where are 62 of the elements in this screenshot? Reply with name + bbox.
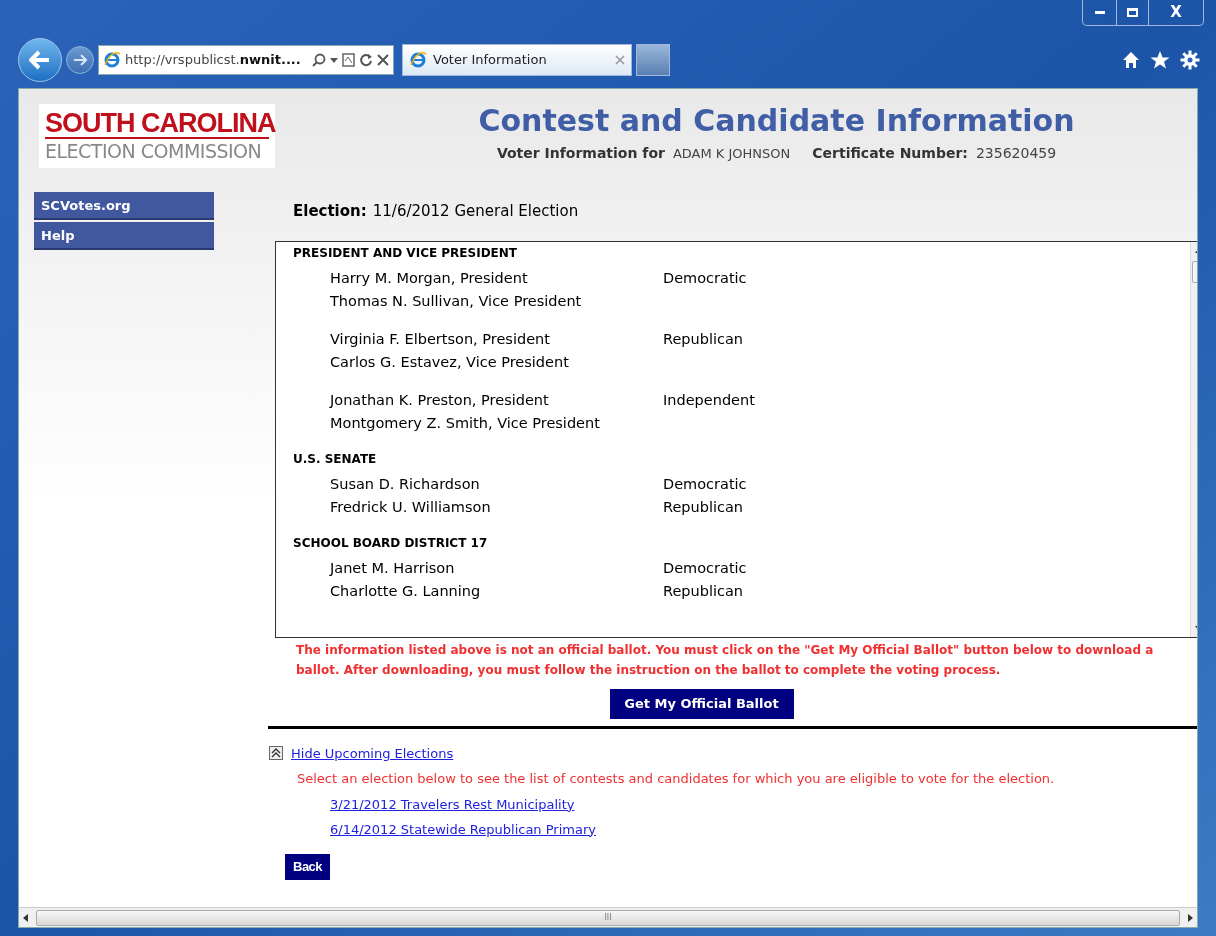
voter-name: ADAM K JOHNSON (672, 145, 791, 163)
scroll-grip: III (604, 912, 612, 923)
party-name: Republican (663, 581, 744, 601)
search-icon[interactable] (312, 53, 326, 67)
election-name: 11/6/2012 General Election (372, 201, 579, 222)
settings-icon[interactable] (1180, 50, 1200, 70)
contest-heading: SCHOOL BOARD DISTRICT 17 (293, 534, 489, 551)
compatibility-view-icon[interactable] (342, 53, 355, 67)
browser-logo-icon (103, 51, 121, 69)
sidebar-link[interactable]: Help (34, 222, 214, 250)
contest-heading: PRESIDENT AND VICE PRESIDENT (293, 244, 519, 261)
party-name: Republican (663, 329, 744, 349)
address-bar[interactable]: http://vrspublicst.nwnit.... (98, 45, 394, 75)
scroll-left-icon[interactable] (23, 913, 28, 922)
candidate-name: Fredrick U. Williamson (330, 497, 492, 517)
close-tab-icon[interactable] (615, 55, 625, 65)
instruction-text: Select an election below to see the list of contests and candidates for which you are eligible to vote for the election. (296, 770, 1056, 788)
collapse-icon[interactable] (269, 746, 283, 761)
hide-elections-link[interactable]: Hide Upcoming Elections (291, 743, 454, 763)
browser-tab[interactable]: Voter Information (402, 44, 632, 76)
candidate-name: Montgomery Z. Smith, Vice President (330, 413, 601, 433)
candidate-name: Virginia F. Elbertson, President (330, 329, 551, 349)
election-link[interactable]: 6/14/2012 Statewide Republican Primary (330, 821, 596, 837)
dropdown-caret-icon[interactable] (330, 57, 338, 63)
star-icon[interactable] (1150, 50, 1170, 70)
party-name: Independent (663, 390, 755, 410)
candidate-name: Carlos G. Estavez, Vice President (330, 352, 570, 372)
back-button[interactable] (18, 38, 62, 82)
party-name: Democratic (663, 558, 747, 578)
candidate-name: Janet M. Harrison (330, 558, 456, 578)
candidate-name: Thomas N. Sullivan, Vice President (330, 291, 583, 311)
notice-text: The information listed above is not an official ballot. You must click on the "Get My Official Ballot" button below to download a ballot. After downloading, you must follow the instruction on the ballot to complete the voting process. (295, 641, 1155, 679)
page-title: Contest and Candidate Information (478, 102, 1075, 140)
election-link[interactable]: 3/21/2012 Travelers Rest Municipality (330, 796, 575, 812)
party-name: Republican (663, 497, 744, 517)
forward-button[interactable] (66, 46, 94, 74)
candidate-name: Harry M. Morgan, President (330, 268, 529, 288)
browser-logo-icon (409, 51, 427, 69)
election-commission-logo: SOUTH CAROLINA ELECTION COMMISSION (39, 104, 275, 168)
stop-icon[interactable] (377, 54, 389, 66)
candidate-name: Susan D. Richardson (330, 474, 481, 494)
voter-label: Voter Information for (496, 144, 665, 163)
candidate-name: Charlotte G. Lanning (330, 581, 482, 601)
back-arrow-icon (29, 50, 51, 70)
scroll-right-icon[interactable] (1188, 913, 1193, 922)
candidate-name: Jonathan K. Preston, President (330, 390, 550, 410)
refresh-icon[interactable] (359, 53, 373, 67)
back-button[interactable]: Back (285, 853, 331, 880)
certificate-label: Certificate Number: (812, 144, 968, 163)
party-name: Democratic (663, 474, 747, 494)
certificate-number: 235620459 (975, 144, 1057, 163)
horizontal-scrollbar[interactable]: III (19, 907, 1197, 927)
party-name: Democratic (663, 268, 747, 288)
contest-heading: U.S. SENATE (293, 450, 378, 467)
horizontal-scroll-thumb[interactable]: III (36, 909, 1180, 926)
forward-arrow-icon (73, 54, 87, 66)
address-text: http://vrspublicst.nwnit.... (125, 51, 301, 70)
tab-title: Voter Information (433, 51, 548, 70)
election-label: Election: (293, 201, 367, 222)
sidebar-link[interactable]: SCVotes.org (34, 192, 214, 220)
get-ballot-button[interactable]: Get My Official Ballot (609, 688, 794, 719)
home-icon[interactable] (1122, 51, 1140, 69)
